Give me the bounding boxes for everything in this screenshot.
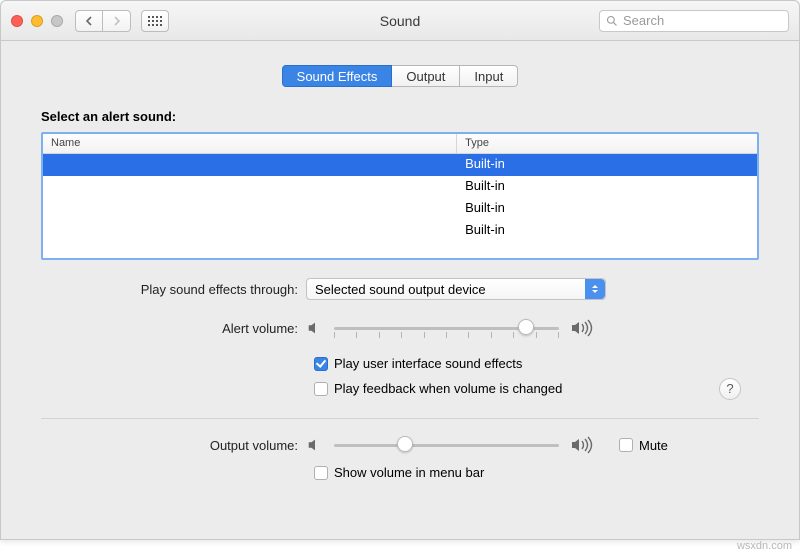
close-window-button[interactable] (11, 15, 23, 27)
forward-button[interactable] (103, 10, 131, 32)
search-field[interactable]: Search (599, 10, 789, 32)
alert-sound-row[interactable]: Built-in (43, 154, 757, 176)
alert-volume-label: Alert volume: (41, 321, 306, 336)
alert-name (43, 154, 457, 176)
alert-sound-list[interactable]: Name Type Built-in Built-in Built-in Bui… (41, 132, 759, 260)
alert-volume-slider[interactable] (334, 318, 559, 338)
speaker-high-icon (569, 318, 597, 338)
column-type-header[interactable]: Type (457, 134, 757, 153)
speaker-high-icon (569, 435, 597, 455)
minimize-window-button[interactable] (31, 15, 43, 27)
back-button[interactable] (75, 10, 103, 32)
alert-name (43, 176, 457, 198)
window-traffic-lights (11, 15, 63, 27)
alert-type: Built-in (457, 198, 757, 220)
play-through-dropdown[interactable]: Selected sound output device (306, 278, 606, 300)
sound-tabs: Sound Effects Output Input (1, 65, 799, 87)
alert-type: Built-in (457, 176, 757, 198)
output-volume-slider[interactable] (334, 435, 559, 455)
alert-volume-knob[interactable] (518, 319, 534, 335)
zoom-window-button[interactable] (51, 15, 63, 27)
mute-label: Mute (639, 438, 668, 453)
alert-type: Built-in (457, 154, 757, 176)
ui-sfx-label: Play user interface sound effects (334, 356, 522, 371)
alert-sound-row[interactable]: Built-in (43, 198, 757, 220)
list-header: Name Type (43, 134, 757, 154)
titlebar: Sound Search (1, 1, 799, 41)
search-icon (606, 15, 618, 27)
help-button[interactable]: ? (719, 378, 741, 400)
dropdown-arrows-icon (585, 279, 605, 299)
column-name-header[interactable]: Name (43, 134, 457, 153)
output-volume-knob[interactable] (397, 436, 413, 452)
play-through-value: Selected sound output device (315, 282, 486, 297)
ui-sfx-checkbox[interactable] (314, 357, 328, 371)
speaker-low-icon (306, 436, 324, 454)
feedback-label: Play feedback when volume is changed (334, 381, 562, 396)
output-volume-label: Output volume: (41, 438, 306, 453)
alert-name (43, 220, 457, 242)
alert-type: Built-in (457, 220, 757, 242)
tab-output[interactable]: Output (392, 65, 460, 87)
show-all-prefs-button[interactable] (141, 10, 169, 32)
mute-checkbox[interactable] (619, 438, 633, 452)
alert-sound-section-title: Select an alert sound: (41, 109, 759, 124)
alert-sound-row[interactable]: Built-in (43, 176, 757, 198)
content-area: Select an alert sound: Name Type Built-i… (1, 87, 799, 480)
tab-sound-effects[interactable]: Sound Effects (282, 65, 393, 87)
search-placeholder: Search (623, 13, 664, 28)
alert-name (43, 198, 457, 220)
nav-buttons (75, 10, 131, 32)
tab-input[interactable]: Input (460, 65, 518, 87)
alert-sound-row[interactable]: Built-in (43, 220, 757, 242)
sound-preferences-window: Sound Search Sound Effects Output Input … (0, 0, 800, 540)
menubar-volume-label: Show volume in menu bar (334, 465, 484, 480)
watermark: wsxdn.com (737, 540, 792, 552)
section-divider (41, 418, 759, 419)
speaker-low-icon (306, 319, 324, 337)
play-through-label: Play sound effects through: (41, 282, 306, 297)
feedback-checkbox[interactable] (314, 382, 328, 396)
menubar-volume-checkbox[interactable] (314, 466, 328, 480)
